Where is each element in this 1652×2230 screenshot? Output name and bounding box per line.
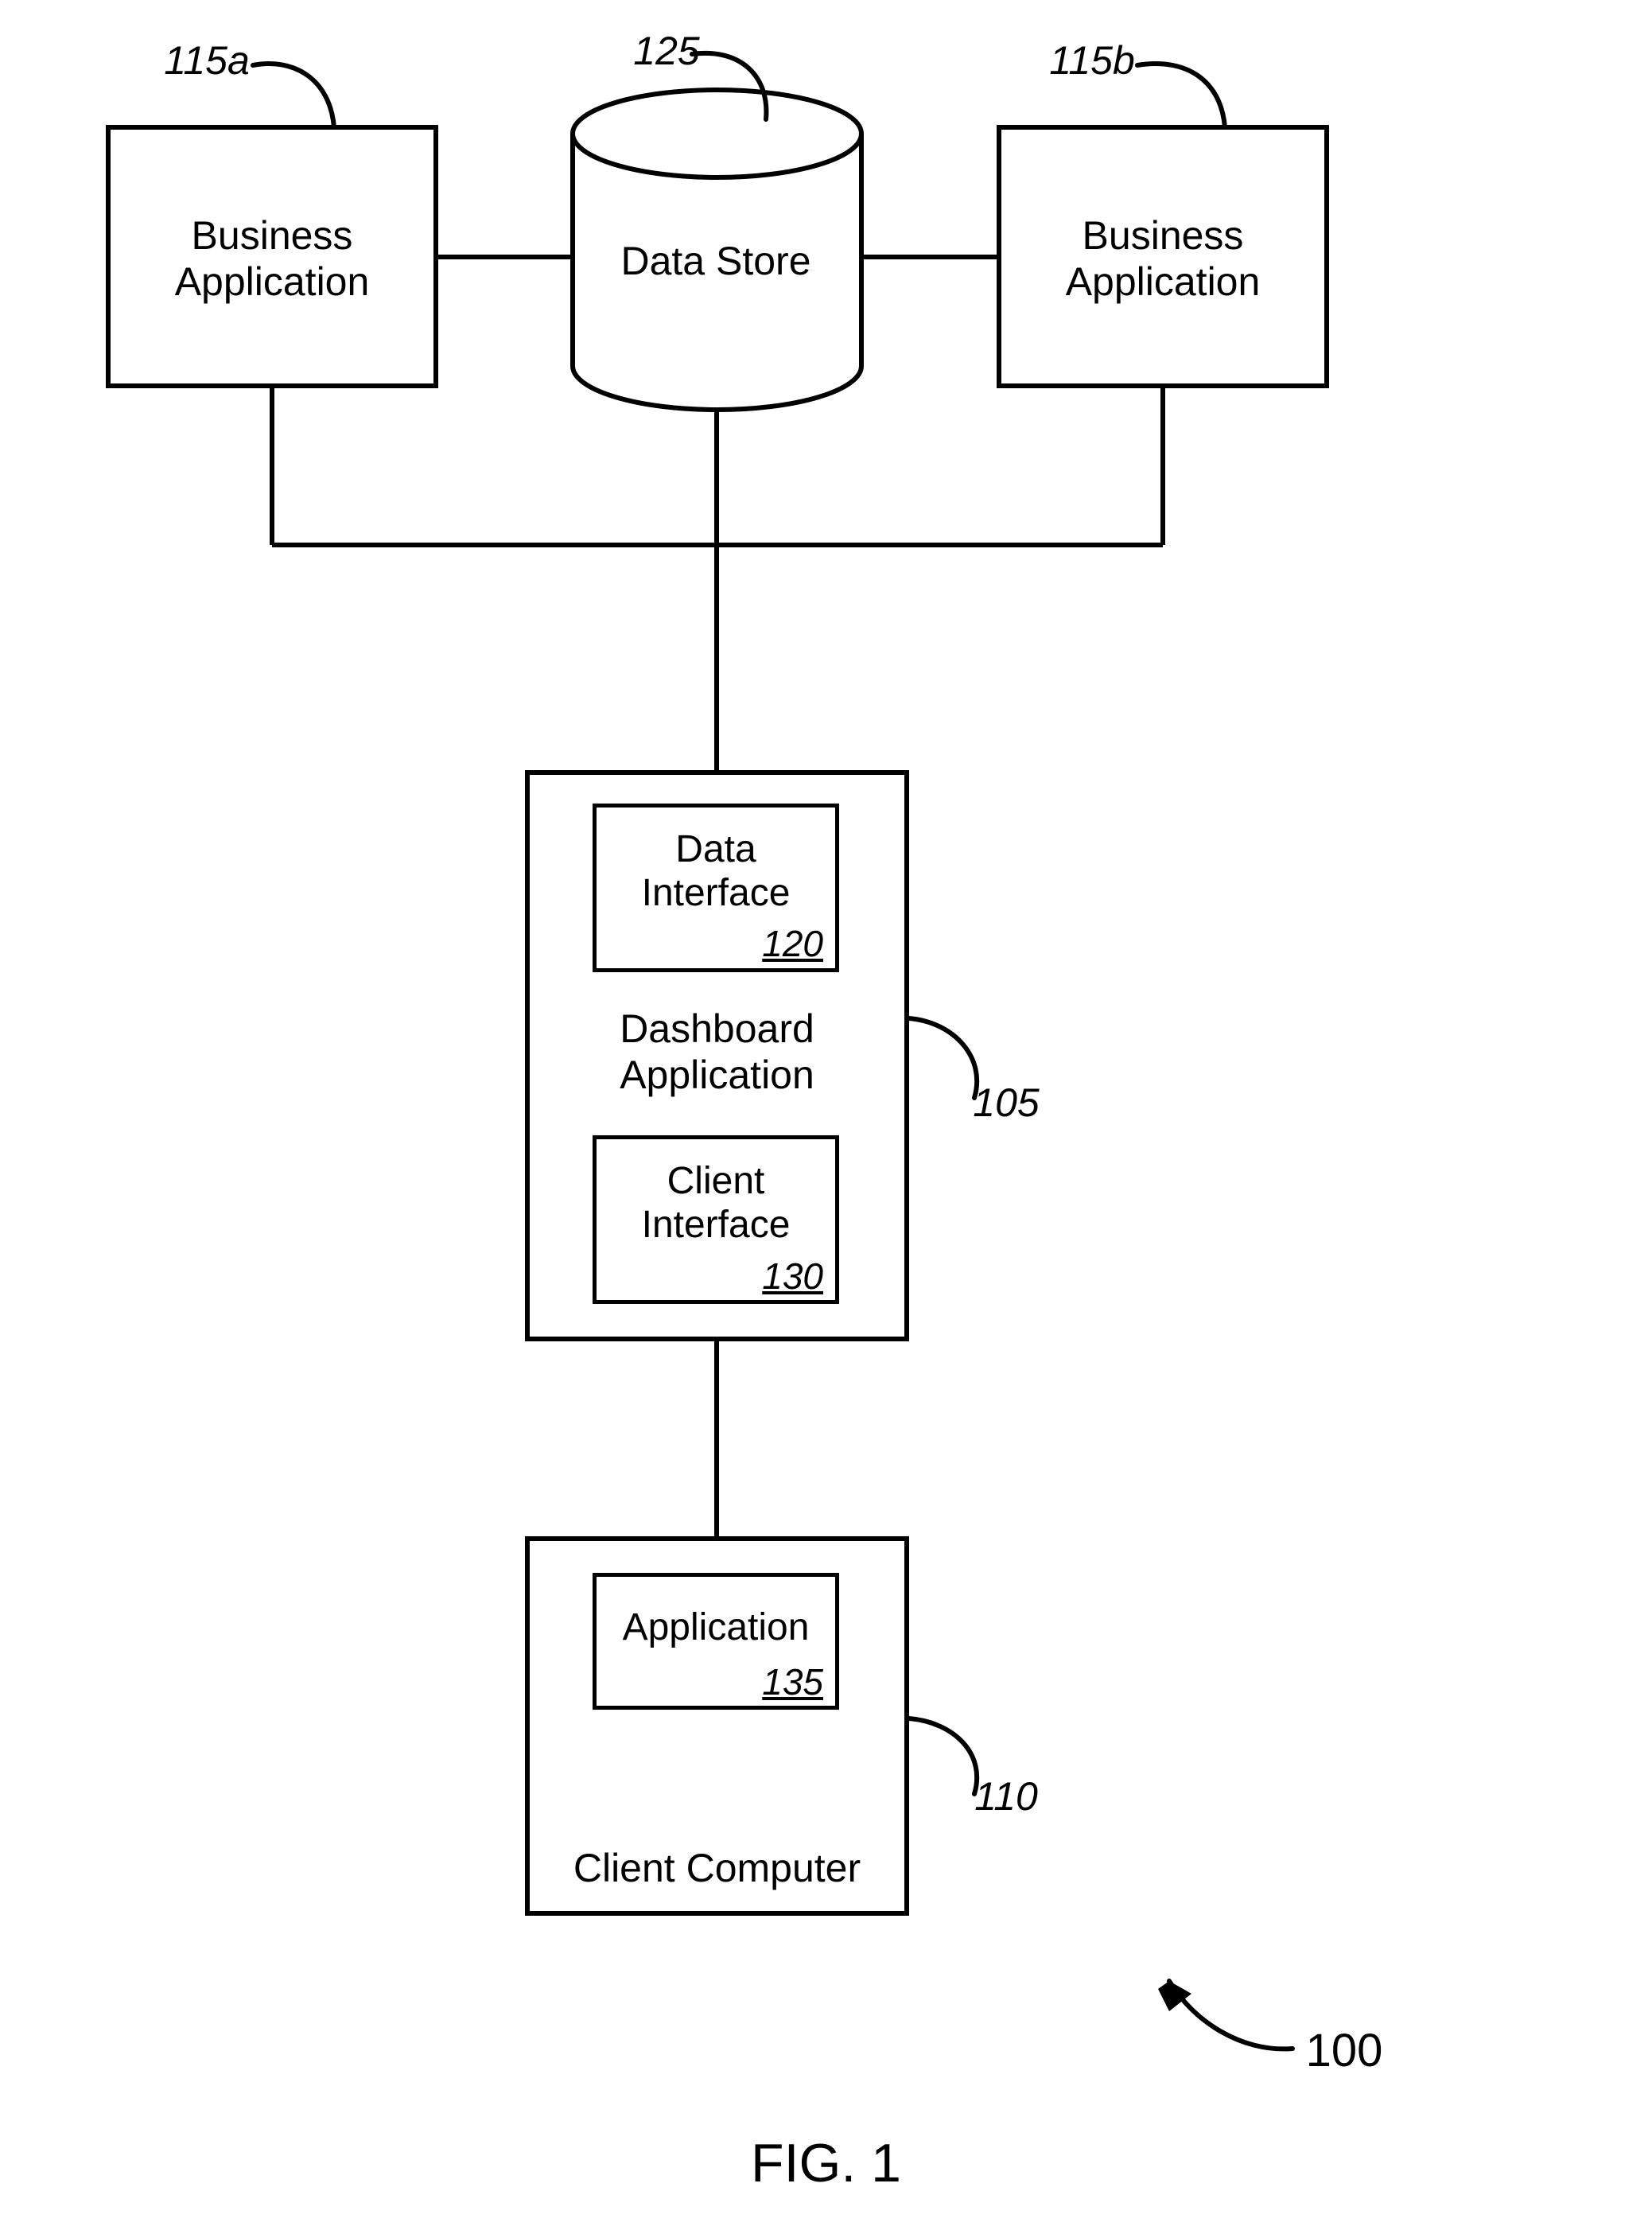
client-interface-ref: 130 xyxy=(593,1255,839,1298)
diagram-canvas: Business Application 115a Business Appli… xyxy=(0,0,1652,2230)
client-computer-label: Client Computer xyxy=(525,1846,909,1892)
dashboard-application-label: Dashboard Application xyxy=(525,1006,909,1098)
data-store-ref: 125 xyxy=(627,29,706,75)
application-ref: 135 xyxy=(593,1661,839,1703)
business-application-left-label: Business Application xyxy=(106,213,438,305)
business-application-left-ref: 115a xyxy=(159,38,255,84)
system-ref: 100 xyxy=(1296,2025,1392,2078)
data-store-label: Data Store xyxy=(573,239,859,285)
data-interface-label: Data Interface xyxy=(593,827,839,915)
client-interface-label: Client Interface xyxy=(593,1159,839,1247)
client-computer-ref: 110 xyxy=(966,1774,1046,1820)
business-application-right-label: Business Application xyxy=(997,213,1329,305)
dashboard-application-ref: 105 xyxy=(966,1080,1046,1127)
application-label: Application xyxy=(593,1605,839,1649)
system-ref-arrowhead xyxy=(1158,1981,1191,2011)
business-application-right-ref: 115b xyxy=(1044,38,1140,84)
data-interface-ref: 120 xyxy=(593,923,839,965)
figure-title: FIG. 1 xyxy=(0,2132,1652,2194)
